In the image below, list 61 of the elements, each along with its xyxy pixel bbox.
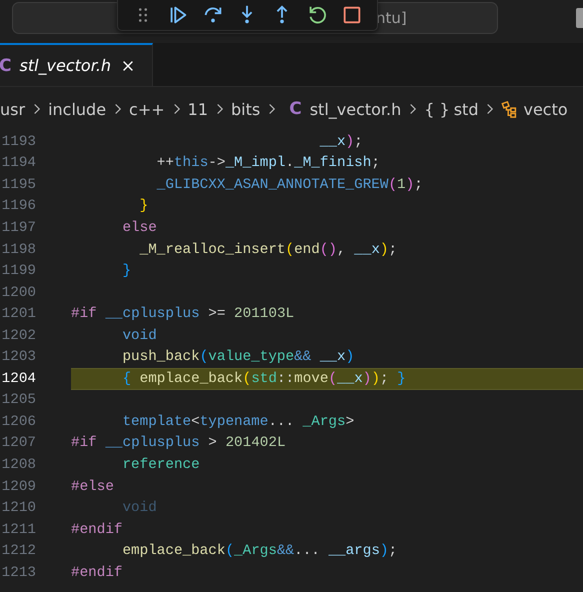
close-icon[interactable] [121,58,136,72]
line-number: 1197 [0,220,36,236]
code-line: __x); [320,134,363,150]
code-line: _M_realloc_insert(end(), __x); [140,242,398,258]
breadcrumb-item[interactable]: include [48,100,106,118]
line-number: 1213 [0,564,36,581]
code-line: void [122,500,157,516]
code-line: #if __cplusplus >= 201103L [71,306,294,322]
breadcrumb-item[interactable]: std [454,100,478,118]
code-line: } [122,263,132,280]
braces-icon: { } [424,100,450,118]
line-number: 1211 [0,522,36,538]
line-number: 1210 [0,500,36,516]
line-number: 1205 [0,392,36,408]
code-line: #else [71,478,114,495]
breadcrumb-item[interactable]: bits [231,100,260,118]
chevron-icon [113,101,122,117]
code-line: #if __cplusplus > 201402L [71,435,286,452]
breadcrumb-item[interactable]: 11 [188,100,208,118]
chevron-icon [215,101,224,117]
breadcrumb-item[interactable]: vecto [523,100,568,118]
line-number: 1204 [0,370,36,387]
c-file-icon: C [289,99,302,119]
line-number: 1199 [0,263,36,280]
code-line: } [140,198,148,214]
code-line: ++this->_M_impl._M_finish; [156,155,380,172]
code-line: #endif [71,522,122,538]
line-number: 1209 [0,478,36,495]
line-number: 1212 [0,543,36,560]
breadcrumb-item[interactable]: usr [0,100,26,118]
line-number: 1203 [0,349,36,366]
breadcrumb-item[interactable]: stl_vector.h [310,100,402,118]
chevron-icon [32,101,42,117]
chevron-icon [172,101,181,117]
code-line: { emplace_back(std::move(__x)); } [122,370,406,387]
editor-tab[interactable]: C stl_vector.h [0,43,153,86]
line-number: 1201 [0,306,36,322]
line-number: 1206 [0,414,36,430]
code-line: template<typename... _Args> [122,414,354,430]
code-line: _GLIBCXX_ASAN_ANNOTATE_GREW(1); [156,176,423,193]
line-number: 1195 [0,176,36,193]
line-number: 1207 [0,435,36,452]
code-line: void [122,328,157,344]
line-number: 1208 [0,456,36,473]
code-line: else [122,220,157,236]
chevron-icon [485,101,494,117]
breadcrumb-item[interactable]: c++ [129,100,165,118]
line-number: 1198 [0,242,36,258]
code-line: push_back(value_type&& __x) [122,349,354,366]
line-number: 1194 [0,155,36,172]
c-file-icon: C [0,56,12,76]
tab-label: stl_vector.h [19,56,112,75]
code-line: #endif [71,564,122,581]
line-number: 1200 [0,284,36,301]
chevron-icon [267,101,276,117]
chevron-icon [408,101,418,117]
line-number: 1202 [0,328,36,344]
line-number: 1193 [0,134,36,150]
code-line: reference [122,456,200,473]
code-line: emplace_back(_Args&&... __args); [122,543,398,560]
line-number: 1196 [0,198,36,214]
